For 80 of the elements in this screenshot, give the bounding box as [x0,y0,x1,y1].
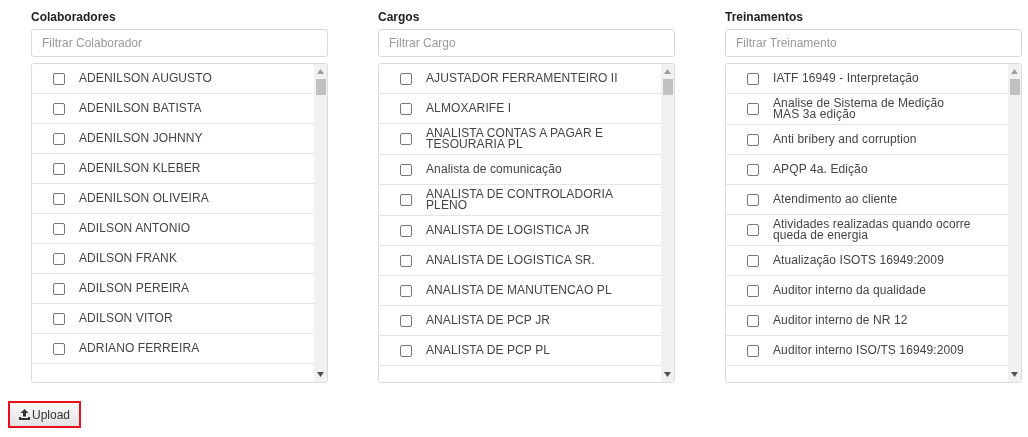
checkbox[interactable] [53,312,65,325]
filter-field[interactable]: Filtrar Colaborador [31,29,328,57]
checkbox[interactable] [747,193,759,206]
checkbox[interactable] [400,102,412,115]
checkbox[interactable] [400,72,412,85]
checkbox[interactable] [747,72,759,85]
item-label: ADRIANO FERREIRA [79,343,200,354]
scroll-thumb[interactable] [662,79,673,95]
scroll-thumb[interactable] [1009,79,1020,95]
item-label: AJUSTADOR FERRAMENTEIRO II [426,73,618,84]
item-label: ANALISTA DE PCP JR [426,315,551,326]
scroll-up-icon[interactable] [664,69,671,74]
scroll-up-icon[interactable] [317,69,324,74]
item-label: ADILSON PEREIRA [79,283,190,294]
item-label: Atualização ISOTS 16949:2009 [773,255,944,266]
item-label: Analista de comunicação [426,164,562,175]
checkbox[interactable] [400,254,412,267]
item-label: Atividades realizadas quando ocorre queda de energia [773,219,972,241]
checkbox[interactable] [747,284,759,297]
checkbox[interactable] [747,314,759,327]
checkbox[interactable] [53,132,65,145]
item-label: Atendimento ao cliente [773,194,898,205]
upload-icon [19,409,30,420]
item-label: Auditor interno da qualidade [773,285,926,296]
item-label: ADILSON FRANK [79,253,177,264]
upload-button[interactable]: Upload [8,401,82,428]
checkbox[interactable] [53,162,65,175]
item-label: ADILSON ANTONIO [79,223,191,234]
item-label: Anti bribery and corruption [773,134,917,145]
scroll-down-icon[interactable] [664,372,671,377]
checkbox[interactable] [53,102,65,115]
item-label: ANALISTA DE PCP PL [426,345,551,356]
checkbox[interactable] [53,72,65,85]
checkbox[interactable] [400,133,412,145]
scroll-down-icon[interactable] [1011,372,1018,377]
item-label: Analise de Sistema de Medição MAS 3a edição [773,98,945,120]
column-title: Treinamentos [725,10,805,26]
item-label: ANALISTA DE LOGISTICA JR [426,225,590,236]
item-label: ADENILSON JOHNNY [79,133,203,144]
scrollbar[interactable] [314,64,327,382]
item-label: ALMOXARIFE I [426,103,512,114]
item-label: ANALISTA DE LOGISTICA SR. [426,255,595,266]
checkbox[interactable] [53,252,65,265]
checkbox[interactable] [747,163,759,176]
scrollbar[interactable] [661,64,674,382]
checkbox[interactable] [53,282,65,295]
checkbox[interactable] [747,224,759,236]
filter-field[interactable]: Filtrar Treinamento [725,29,1022,57]
item-label: ADENILSON BATISTA [79,103,202,114]
item-label: Auditor interno de NR 12 [773,315,908,326]
checkbox[interactable] [53,192,65,205]
checkbox[interactable] [747,133,759,146]
checkbox[interactable] [400,344,412,357]
checkbox[interactable] [747,254,759,267]
item-label: ANALISTA DE MANUTENCAO PL [426,285,612,296]
column-title: Colaboradores [31,10,117,26]
checkbox[interactable] [400,284,412,297]
item-label: ADENILSON KLEBER [79,163,201,174]
checkbox[interactable] [400,224,412,237]
checkbox[interactable] [53,342,65,355]
checkbox[interactable] [53,222,65,235]
checkbox[interactable] [400,163,412,176]
filter-field[interactable]: Filtrar Cargo [378,29,675,57]
checkbox[interactable] [747,344,759,357]
checkbox[interactable] [400,194,412,206]
scrollbar[interactable] [1008,64,1021,382]
scroll-thumb[interactable] [315,79,326,95]
scroll-up-icon[interactable] [1011,69,1018,74]
column-title: Cargos [378,10,421,26]
item-label: ANALISTA CONTAS A PAGAR E TESOURARIA PL [426,128,605,150]
checkbox[interactable] [747,103,759,115]
item-label: IATF 16949 - Interpretação [773,73,919,84]
checkbox[interactable] [400,314,412,327]
item-label: Auditor interno ISO/TS 16949:2009 [773,345,964,356]
scroll-down-icon[interactable] [317,372,324,377]
item-label: ANALISTA DE CONTROLADORIA PLENO [426,189,614,211]
item-label: ADILSON VITOR [79,313,173,324]
item-label: APQP 4a. Edição [773,164,868,175]
item-label: ADENILSON AUGUSTO [79,73,212,84]
item-label: ADENILSON OLIVEIRA [79,193,209,204]
